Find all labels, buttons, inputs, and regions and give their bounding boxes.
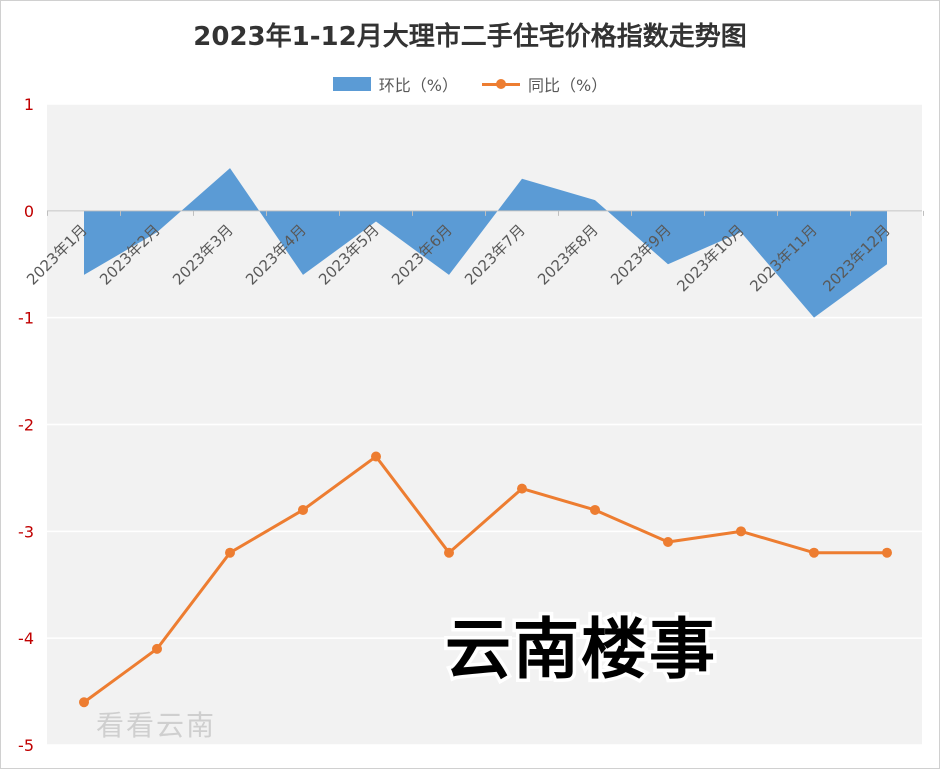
data-point-yoy: [79, 697, 89, 708]
data-point-yoy: [663, 537, 673, 548]
data-point-yoy: [736, 526, 746, 537]
data-point-yoy: [225, 547, 235, 558]
data-point-yoy: [517, 483, 527, 494]
y-tick-label: -5: [18, 736, 34, 755]
data-point-yoy: [371, 451, 381, 462]
y-tick-label: -4: [18, 629, 34, 648]
data-point-yoy: [809, 547, 819, 558]
logo-text: 看看云南: [96, 709, 217, 742]
data-point-yoy: [590, 504, 600, 515]
y-tick-label: 1: [24, 95, 34, 114]
y-tick-label: -3: [18, 522, 34, 541]
data-point-yoy: [882, 547, 892, 558]
data-point-yoy: [444, 547, 454, 558]
watermark-text: 云南楼事: [442, 608, 719, 692]
data-point-yoy: [298, 504, 308, 515]
y-tick-label: -1: [18, 309, 34, 328]
data-point-yoy: [152, 643, 162, 654]
y-tick-label: -2: [18, 416, 34, 435]
y-tick-label: 0: [24, 202, 34, 221]
